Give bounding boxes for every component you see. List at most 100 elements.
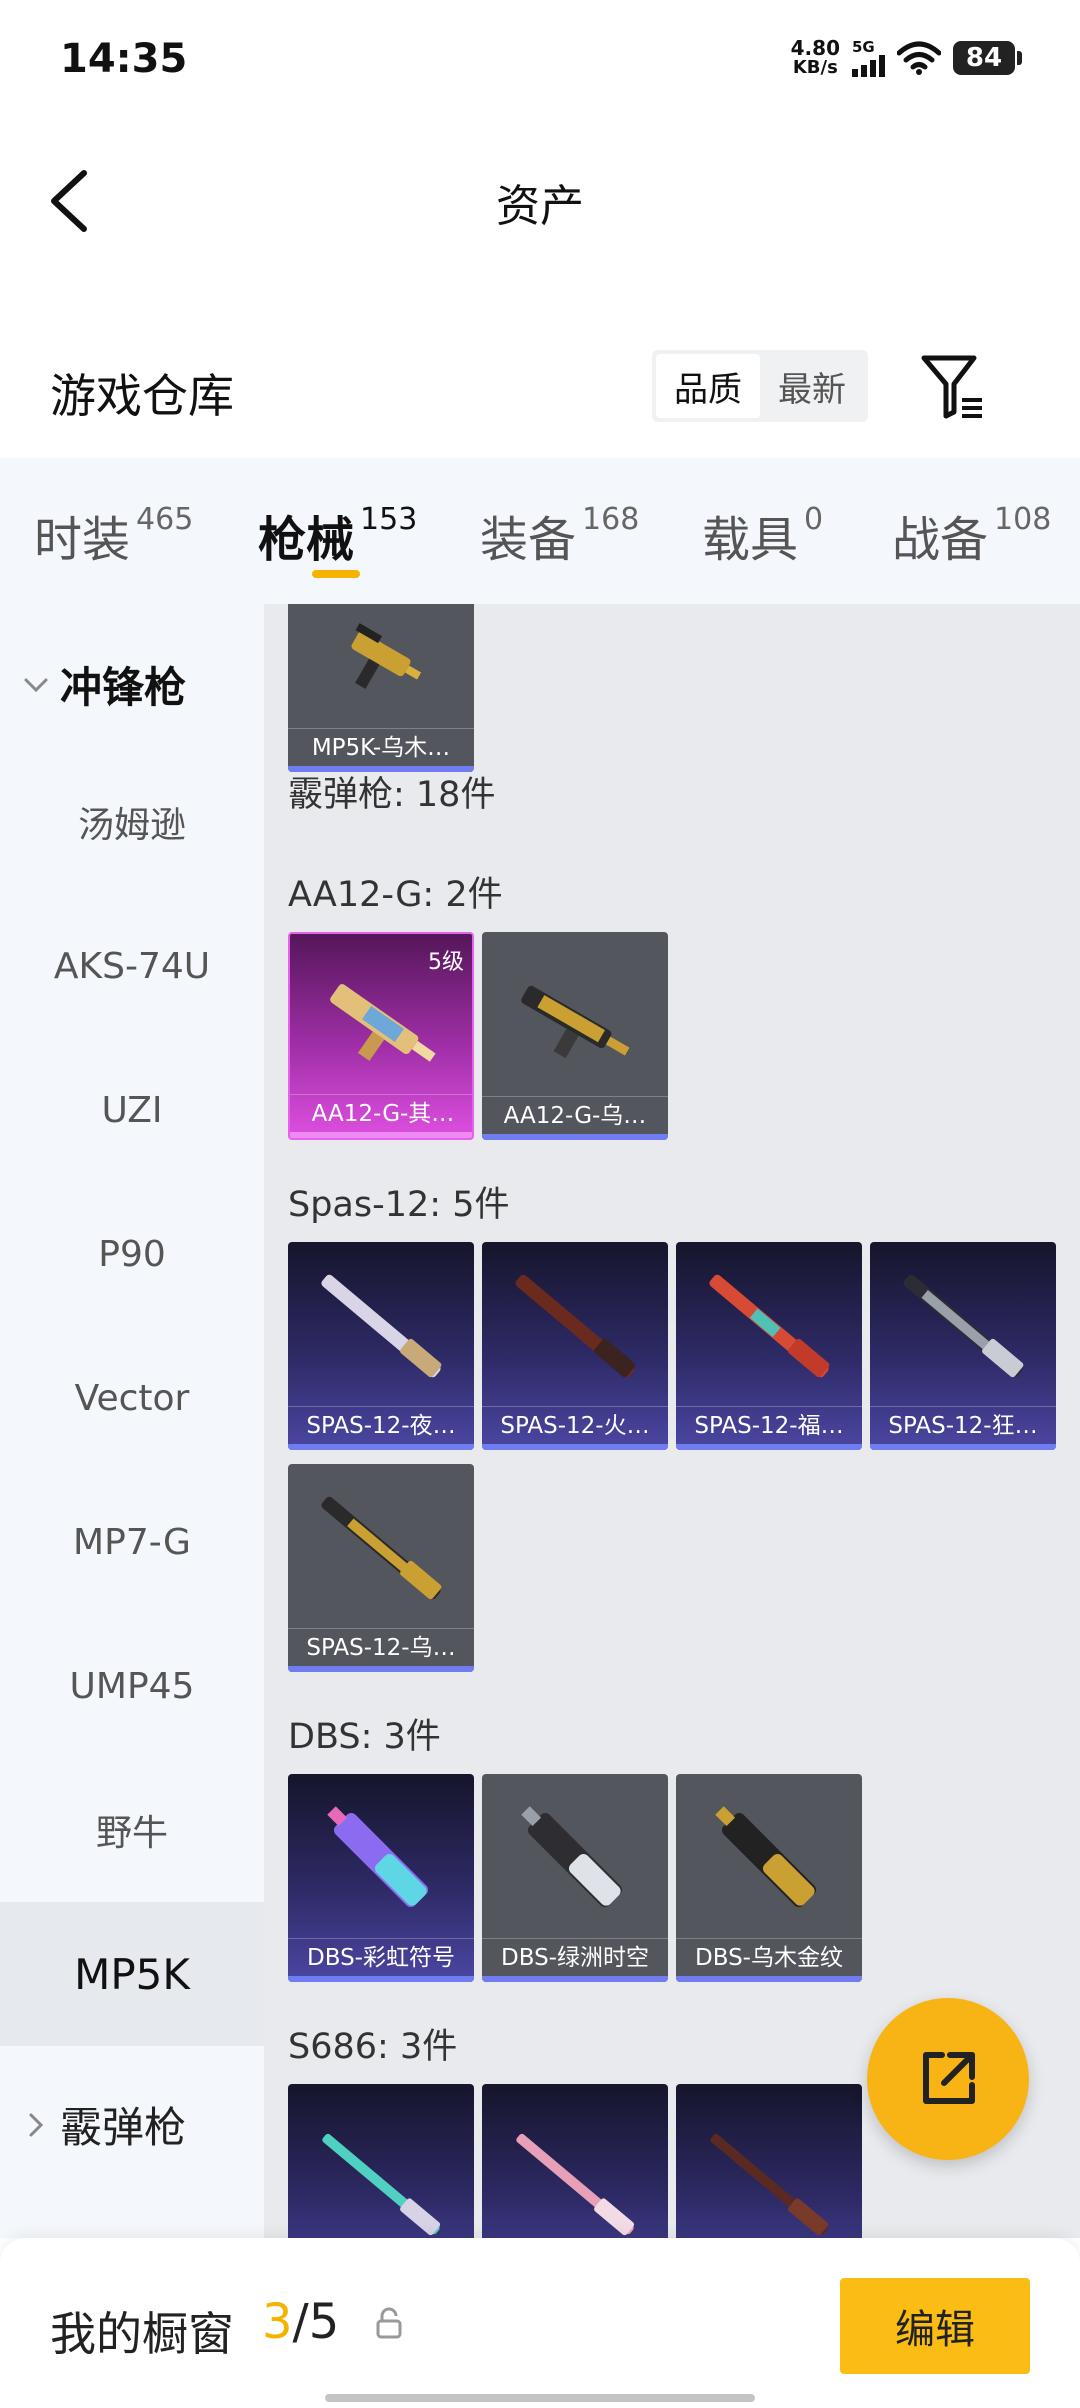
weapon-card-label: AA12-G-其… <box>290 1094 472 1132</box>
weapon-card-label: DBS-乌木金纹 <box>676 1938 862 1976</box>
level-badge: 5级 <box>428 950 464 975</box>
section-header-dbs: DBS: 3件 <box>288 1717 441 1757</box>
tab-count: 108 <box>994 502 1052 537</box>
filter-icon[interactable] <box>918 352 988 422</box>
weapon-art <box>516 2133 635 2236</box>
sidebar-group-label: 霰弹枪 <box>60 2103 187 2152</box>
tab-count: 168 <box>582 502 640 537</box>
weapon-card-aa12-2[interactable]: AA12-G-乌… <box>482 932 668 1140</box>
weapon-card-s686-1[interactable] <box>288 2084 474 2238</box>
edit-button[interactable]: 编辑 <box>840 2278 1030 2374</box>
weapon-card-spas12-3[interactable]: SPAS-12-福… <box>676 1242 862 1450</box>
weapon-art <box>322 2133 441 2236</box>
network-type: 5G <box>852 37 875 56</box>
showcase-bar: 我的橱窗 3/5 编辑 <box>0 2238 1080 2408</box>
section-header-s686: S686: 3件 <box>288 2027 458 2067</box>
weapon-art <box>710 2133 829 2236</box>
tab-label: 枪械 <box>258 512 355 568</box>
battery-icon: 84 <box>953 41 1022 75</box>
tab-count: 153 <box>360 502 418 537</box>
tab-vehicles[interactable]: 载具 0 <box>702 500 823 570</box>
weapon-card-spas12-2[interactable]: SPAS-12-火… <box>482 1242 668 1450</box>
weapon-art <box>521 1806 623 1908</box>
status-time: 14:35 <box>60 36 188 82</box>
showcase-label: 我的橱窗 <box>50 2307 234 2361</box>
sidebar-item-mp5k[interactable]: MP5K <box>0 1902 264 2046</box>
active-tab-indicator <box>312 570 360 578</box>
weapon-art <box>515 1274 636 1378</box>
weapon-art <box>321 1274 442 1378</box>
weapon-card-spas12-5[interactable]: SPAS-12-乌… <box>288 1464 474 1672</box>
weapon-card-spas12-1[interactable]: SPAS-12-夜… <box>288 1242 474 1450</box>
weapon-card-dbs-3[interactable]: DBS-乌木金纹 <box>676 1774 862 1982</box>
page-header: 资产 <box>0 125 1080 270</box>
sidebar-item-uzi[interactable]: UZI <box>0 1038 264 1182</box>
weapon-card-label: MP5K-乌木… <box>288 728 474 766</box>
wifi-icon <box>897 41 941 75</box>
sidebar-item-aks74u[interactable]: AKS-74U <box>0 894 264 1038</box>
showcase-total: /5 <box>292 2294 340 2350</box>
weapon-card-dbs-2[interactable]: DBS-绿洲时空 <box>482 1774 668 1982</box>
share-icon <box>923 2052 975 2104</box>
weapon-card-label: SPAS-12-乌… <box>288 1628 474 1666</box>
tab-supplies[interactable]: 战备 108 <box>892 500 1051 570</box>
net-speed-unit: KB/s <box>792 57 838 78</box>
weapon-card-label: AA12-G-乌… <box>482 1096 668 1134</box>
weapon-grid: MP5K-乌木… 霰弹枪: 18件 AA12-G: 2件 5级 AA12-G-其… <box>264 604 1080 2238</box>
weapon-art <box>351 623 422 689</box>
section-header-shotgun: 霰弹枪: 18件 <box>288 775 496 815</box>
tab-equipment[interactable]: 装备 168 <box>480 500 639 570</box>
weapon-card-label: SPAS-12-夜… <box>288 1406 474 1444</box>
chevron-right-icon <box>29 2113 44 2136</box>
signal-icon <box>852 54 885 77</box>
sidebar-item-bizon[interactable]: 野牛 <box>0 1758 264 1902</box>
home-indicator <box>325 2394 755 2402</box>
lock-icon <box>376 2307 402 2339</box>
weapon-card-s686-3[interactable] <box>676 2084 862 2238</box>
sort-toggle: 品质 最新 <box>652 350 868 422</box>
chevron-down-icon <box>24 678 48 692</box>
sort-quality-option[interactable]: 品质 <box>656 354 760 418</box>
share-fab[interactable] <box>867 1998 1029 2160</box>
tab-count: 0 <box>804 502 824 537</box>
tab-label: 时装 <box>34 512 131 568</box>
tab-guns[interactable]: 枪械 153 <box>258 500 417 570</box>
sidebar-group-shotgun[interactable]: 霰弹枪 <box>18 2094 186 2155</box>
weapon-card-label: DBS-绿洲时空 <box>482 1938 668 1976</box>
status-indicators: 4.80 KB/s 5G 84 <box>791 38 1022 78</box>
weapon-card-aa12-1[interactable]: 5级 AA12-G-其… <box>288 932 474 1140</box>
sidebar-item-mp7g[interactable]: MP7-G <box>0 1470 264 1614</box>
weapon-art <box>709 1274 830 1378</box>
sidebar-group-label: 冲锋枪 <box>60 663 187 712</box>
weapon-card-s686-2[interactable] <box>482 2084 668 2238</box>
sidebar-item-thompson[interactable]: 汤姆逊 <box>0 750 264 894</box>
sidebar-item-p90[interactable]: P90 <box>0 1182 264 1326</box>
sidebar-item-ump45[interactable]: UMP45 <box>0 1614 264 1758</box>
weapon-card-mp5k[interactable]: MP5K-乌木… <box>288 604 474 772</box>
sidebar-group-smg[interactable]: 冲锋枪 <box>18 654 186 715</box>
weapon-card-dbs-1[interactable]: DBS-彩虹符号 <box>288 1774 474 1982</box>
net-speed: 4.80 KB/s <box>791 38 840 78</box>
showcase-current: 3 <box>262 2294 293 2350</box>
weapon-art <box>903 1274 1024 1378</box>
weapon-art <box>321 1496 442 1600</box>
tab-label: 载具 <box>702 512 799 568</box>
weapon-card-spas12-4[interactable]: SPAS-12-狂… <box>870 1242 1056 1450</box>
weapon-card-label: SPAS-12-福… <box>676 1406 862 1444</box>
showcase-count: 3/5 <box>262 2294 339 2350</box>
tab-label: 战备 <box>892 512 989 568</box>
net-speed-value: 4.80 <box>790 36 840 60</box>
status-bar: 14:35 4.80 KB/s 5G 84 <box>0 0 1080 125</box>
sidebar-item-vector[interactable]: Vector <box>0 1326 264 1470</box>
warehouse-title: 游戏仓库 <box>50 369 234 423</box>
weapon-art <box>521 985 630 1059</box>
sort-latest-option[interactable]: 最新 <box>760 354 864 418</box>
section-header-aa12: AA12-G: 2件 <box>288 875 503 915</box>
tab-outfits[interactable]: 时装 465 <box>34 500 193 570</box>
weapon-card-label: SPAS-12-火… <box>482 1406 668 1444</box>
tab-count: 465 <box>136 502 194 537</box>
weapon-card-label: SPAS-12-狂… <box>870 1406 1056 1444</box>
weapon-type-sidebar: 冲锋枪 汤姆逊 AKS-74U UZI P90 Vector MP7-G UMP… <box>0 604 264 2238</box>
weapon-card-label: DBS-彩虹符号 <box>288 1938 474 1976</box>
weapon-art <box>327 1806 429 1908</box>
